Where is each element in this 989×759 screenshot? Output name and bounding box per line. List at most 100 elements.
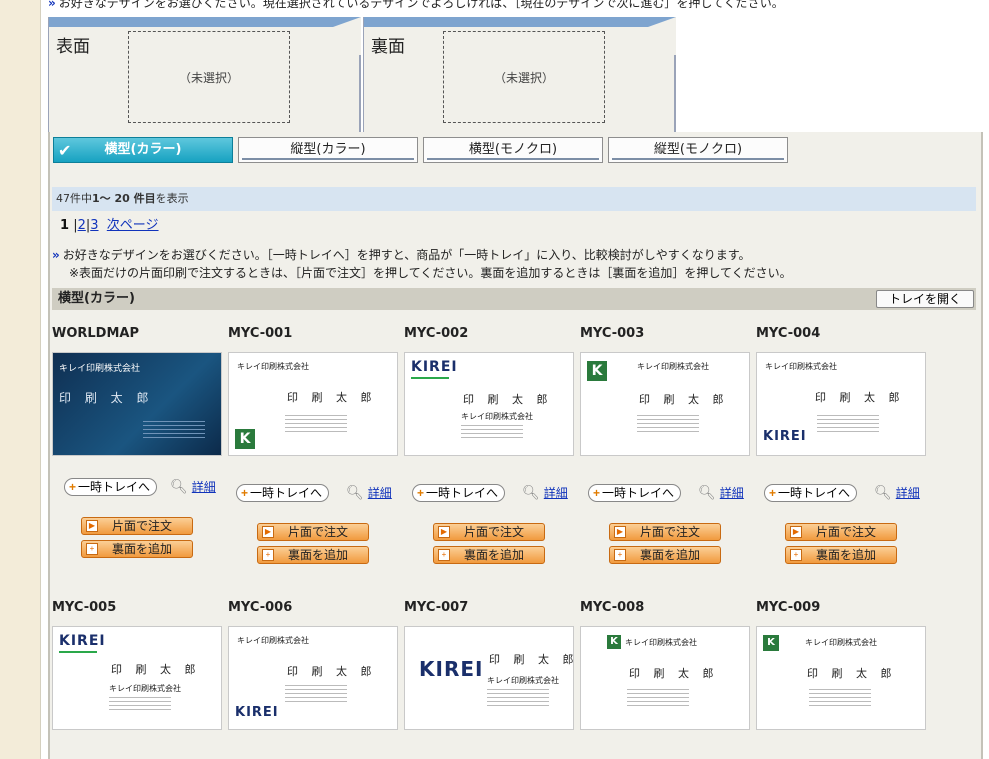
top-note: » お好きなデザインをお選びください。現在選択されているデザインでよろしければ、［… (48, 0, 784, 11)
add-page-icon: + (790, 549, 802, 561)
kirei-logo: KIREI (419, 657, 484, 681)
design-thumbnail[interactable]: K キレイ印刷株式会社印 刷 太 郎 (580, 626, 750, 730)
product-code: WORLDMAP (52, 326, 140, 341)
single-side-order-button[interactable]: ▶ 片面で注文 (785, 523, 897, 541)
card-company: キレイ印刷株式会社 (805, 638, 877, 647)
card-address-lines (109, 697, 171, 713)
add-back-button[interactable]: + 裏面を追加 (81, 540, 193, 558)
add-back-button[interactable]: + 裏面を追加 (609, 546, 721, 564)
page-link-2[interactable]: 2 (78, 218, 86, 233)
add-page-icon: + (438, 549, 450, 561)
play-icon: ▶ (86, 520, 98, 532)
add-back-button[interactable]: + 裏面を追加 (785, 546, 897, 564)
card-line (285, 693, 347, 694)
product-code: MYC-003 (580, 326, 645, 341)
detail-link-wrap: 🔍︎ 詳細 (170, 478, 216, 495)
detail-link[interactable]: 詳細 (368, 486, 392, 500)
product-code: MYC-009 (756, 600, 821, 615)
card-address-lines (461, 425, 523, 441)
plus-icon: + (417, 486, 425, 500)
double-arrow-icon: » (52, 248, 60, 262)
single-side-order-button[interactable]: ▶ 片面で注文 (81, 517, 193, 535)
card-line (817, 419, 879, 420)
card-line (143, 437, 205, 438)
kirei-logo-icon: K (235, 429, 255, 449)
card-company: キレイ印刷株式会社 (237, 636, 309, 645)
card-company: キレイ印刷株式会社 (487, 676, 559, 685)
design-thumbnail[interactable]: KIREI 印 刷 太 郎キレイ印刷株式会社 (404, 352, 574, 456)
card-line (285, 685, 347, 686)
card-line (285, 423, 347, 424)
detail-link[interactable]: 詳細 (192, 480, 216, 494)
card-company: キレイ印刷株式会社 (59, 364, 141, 374)
add-back-button[interactable]: + 裏面を追加 (257, 546, 369, 564)
add-to-tray-button[interactable]: + 一時トレイへ (588, 484, 682, 502)
add-back-button[interactable]: + 裏面を追加 (433, 546, 545, 564)
design-thumbnail[interactable]: KIREI 印 刷 太 郎キレイ印刷株式会社 (52, 626, 222, 730)
design-thumbnail[interactable]: K キレイ印刷株式会社印 刷 太 郎 (756, 626, 926, 730)
card-line (637, 419, 699, 420)
design-thumbnail[interactable]: キレイ印刷株式会社印 刷 太 郎 KIREI (228, 626, 398, 730)
kirei-underline (59, 651, 97, 653)
card-line (487, 697, 549, 698)
card-line (461, 433, 523, 434)
tab-horizontal-color[interactable]: ✔ 横型(カラー) (53, 137, 233, 163)
kirei-logo: KIREI (763, 429, 807, 444)
add-to-tray-button[interactable]: + 一時トレイへ (764, 484, 858, 502)
card-line (109, 697, 171, 698)
product-code: MYC-004 (756, 326, 821, 341)
front-preview: 表面 （未選択） (48, 17, 361, 133)
design-thumbnail[interactable]: KIREI 印 刷 太 郎キレイ印刷株式会社 (404, 626, 574, 730)
tab-vertical-mono[interactable]: 縦型(モノクロ) (608, 137, 788, 163)
card-address-lines (809, 689, 871, 709)
add-to-tray-button[interactable]: + 一時トレイへ (412, 484, 506, 502)
design-thumbnail[interactable]: キレイ印刷株式会社印 刷 太 郎 (52, 352, 222, 456)
back-design-slot[interactable]: （未選択） (443, 31, 605, 123)
card-address-lines (285, 685, 347, 705)
open-tray-button[interactable]: トレイを開く (875, 290, 974, 308)
card-company: キレイ印刷株式会社 (765, 362, 837, 371)
front-design-slot[interactable]: （未選択） (128, 31, 290, 123)
card-person: 印 刷 太 郎 (287, 391, 377, 404)
card-line (637, 427, 699, 428)
detail-link[interactable]: 詳細 (896, 486, 920, 500)
design-thumbnail[interactable]: キレイ印刷株式会社印 刷 太 郎 KIREI (756, 352, 926, 456)
next-page-link[interactable]: 次ページ (107, 218, 159, 233)
detail-link-wrap: 🔍︎ 詳細 (346, 484, 392, 501)
design-thumbnail[interactable]: キレイ印刷株式会社印 刷 太 郎 K (228, 352, 398, 456)
design-thumbnail[interactable]: K キレイ印刷株式会社印 刷 太 郎 (580, 352, 750, 456)
single-side-order-button[interactable]: ▶ 片面で注文 (609, 523, 721, 541)
double-arrow-icon: » (48, 0, 56, 10)
card-line (817, 427, 879, 428)
plus-icon: + (593, 486, 601, 500)
card-line (285, 701, 347, 702)
single-side-order-button[interactable]: ▶ 片面で注文 (257, 523, 369, 541)
card-person: 印 刷 太 郎 (59, 391, 154, 405)
card-line (627, 697, 689, 698)
card-line (143, 421, 205, 422)
add-to-tray-button[interactable]: + 一時トレイへ (236, 484, 330, 502)
add-to-tray-button[interactable]: + 一時トレイへ (64, 478, 158, 496)
detail-link-wrap: 🔍︎ 詳細 (522, 484, 568, 501)
product-code: MYC-002 (404, 326, 469, 341)
pagination: 1 |2|3 次ページ (60, 218, 159, 233)
kirei-underline (411, 377, 449, 379)
card-company: キレイ印刷株式会社 (109, 684, 181, 693)
kirei-logo-icon: K (763, 635, 779, 651)
card-company: キレイ印刷株式会社 (637, 362, 709, 371)
card-line (461, 437, 523, 438)
card-company: キレイ印刷株式会社 (461, 412, 533, 421)
card-address-lines (817, 415, 879, 435)
tab-vertical-color[interactable]: 縦型(カラー) (238, 137, 418, 163)
card-person: 印 刷 太 郎 (639, 393, 729, 406)
tab-horizontal-mono[interactable]: 横型(モノクロ) (423, 137, 603, 163)
detail-link[interactable]: 詳細 (544, 486, 568, 500)
single-side-order-button[interactable]: ▶ 片面で注文 (433, 523, 545, 541)
card-line (285, 689, 347, 690)
magnifier-icon: 🔍︎ (874, 485, 892, 501)
card-line (809, 701, 871, 702)
detail-link[interactable]: 詳細 (720, 486, 744, 500)
page-link-3[interactable]: 3 (90, 218, 98, 233)
card-address-lines (143, 421, 205, 441)
info-line-2: ※表面だけの片面印刷で注文するときは、［片面で注文］を押してください。裏面を追加… (69, 266, 792, 280)
